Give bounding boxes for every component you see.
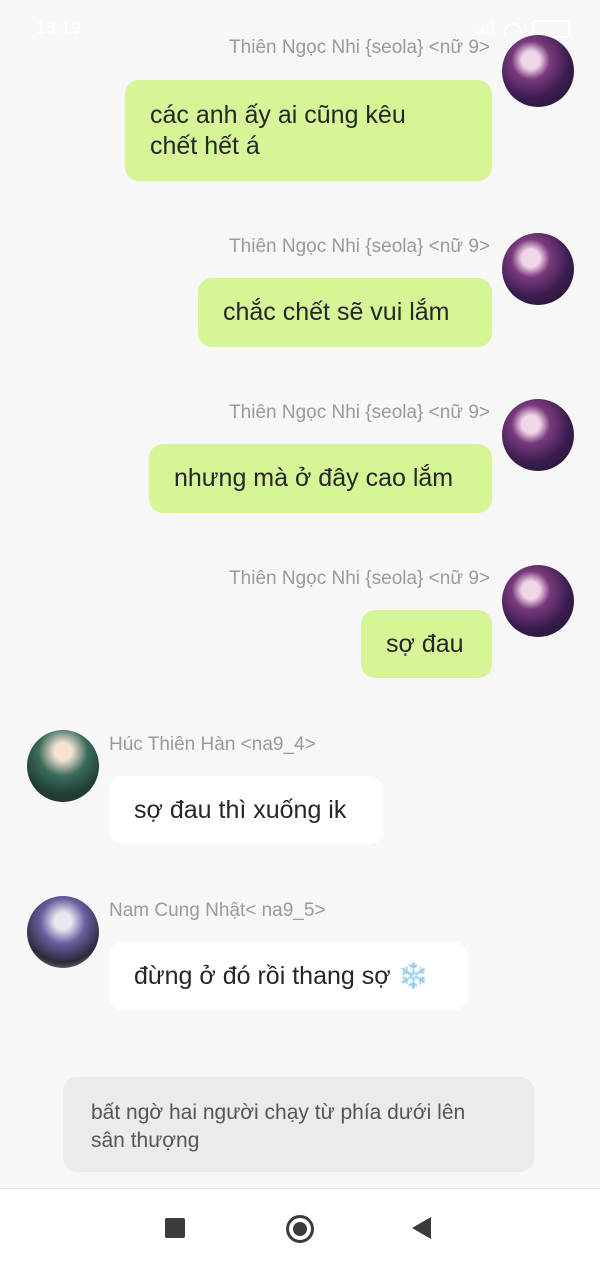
message-text: đừng ở đó rồi thang sợ ❄️ (134, 961, 429, 990)
message-text: nhưng mà ở đây cao lắm (174, 464, 454, 492)
avatar-seola[interactable] (502, 35, 574, 107)
signal-icon (476, 23, 494, 35)
home-icon[interactable] (286, 1215, 314, 1243)
avatar-seola[interactable] (502, 399, 574, 471)
sender-name: Thiên Ngọc Nhi {seola} <nữ 9> (229, 37, 490, 58)
message-text: sợ đau (386, 629, 464, 658)
sender-name: Nam Cung Nhật< na9_5> (109, 900, 326, 921)
navigation-bar (0, 1188, 600, 1268)
avatar-seola[interactable] (502, 233, 574, 305)
wifi-icon (504, 23, 522, 35)
message-bubble[interactable]: chắc chết sẽ vui lắm (198, 278, 492, 347)
avatar-na9-5[interactable] (27, 896, 99, 968)
message-text: chắc chết sẽ vui lắm (223, 298, 450, 326)
status-time: 18:19 (36, 18, 82, 37)
narration-box[interactable]: bất ngờ hai người chạy từ phía dưới lên … (63, 1077, 534, 1172)
message-text-line: chết hết á (150, 131, 260, 160)
message-bubble[interactable]: nhưng mà ở đây cao lắm (149, 444, 492, 513)
message-bubble[interactable]: sợ đau thì xuống ik (109, 776, 383, 844)
sender-name: Thiên Ngọc Nhi {seola} <nữ 9> (229, 236, 490, 257)
back-icon[interactable] (412, 1217, 431, 1239)
avatar-na9-4[interactable] (27, 730, 99, 802)
sender-name: Thiên Ngọc Nhi {seola} <nữ 9> (229, 402, 490, 423)
sender-name: Húc Thiên Hàn <na9_4> (109, 734, 316, 755)
message-bubble[interactable]: các anh ấy ai cũng kêu chết hết á (125, 80, 492, 181)
avatar-seola[interactable] (502, 565, 574, 637)
sender-name: Thiên Ngọc Nhi {seola} <nữ 9> (229, 568, 490, 589)
message-text: sợ đau thì xuống ik (134, 795, 347, 824)
recent-apps-icon[interactable] (165, 1218, 185, 1238)
narration-line: bất ngờ hai người chạy từ phía dưới lên (91, 1101, 466, 1124)
message-bubble[interactable]: đừng ở đó rồi thang sợ ❄️ (109, 942, 468, 1010)
message-text-line: các anh ấy ai cũng kêu (150, 100, 406, 129)
message-bubble[interactable]: sợ đau (361, 610, 492, 678)
narration-line: sân thượng (91, 1129, 200, 1152)
status-icons (476, 20, 570, 38)
